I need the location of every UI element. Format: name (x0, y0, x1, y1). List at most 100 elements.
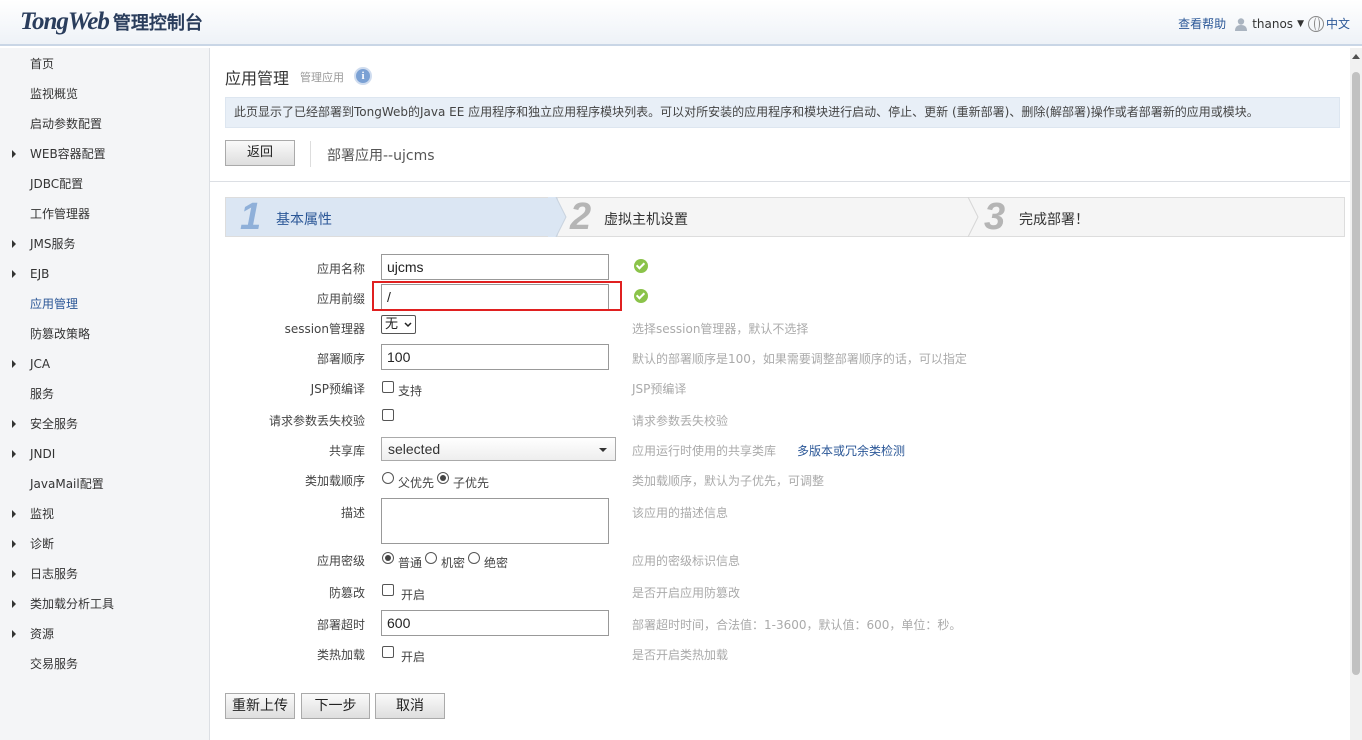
chevron-down-icon[interactable]: ▼ (1297, 19, 1304, 29)
tamper-checkbox[interactable] (382, 584, 394, 596)
expand-arrow-icon[interactable] (12, 270, 16, 278)
expand-arrow-icon[interactable] (12, 600, 16, 608)
divider (310, 141, 311, 167)
parent-first-option: 父优先 (398, 476, 435, 490)
info-icon[interactable]: i (354, 67, 372, 85)
help-link[interactable]: 查看帮助 (1178, 15, 1226, 32)
child-first-radio[interactable] (437, 472, 449, 484)
class-load-order-hint: 类加载顺序，默认为子优先，可调整 (632, 474, 825, 488)
next-button[interactable]: 下一步 (301, 693, 370, 719)
security-level-hint: 应用的密级标识信息 (632, 554, 741, 568)
step-arrow (548, 197, 567, 237)
param-check-checkbox[interactable] (382, 409, 394, 421)
sidebar-item[interactable]: JDBC配置 (0, 169, 209, 199)
shared-lib-hint: 应用运行时使用的共享类库 (632, 444, 777, 458)
top-secret-radio[interactable] (468, 552, 480, 564)
sidebar-item[interactable]: WEB容器配置 (0, 139, 209, 169)
deploy-order-input[interactable] (381, 344, 609, 370)
security-level-label: 应用密级 (316, 554, 365, 568)
expand-arrow-icon[interactable] (12, 570, 16, 578)
sidebar-item[interactable]: 监视概览 (0, 79, 209, 109)
expand-arrow-icon[interactable] (12, 630, 16, 638)
secret-radio[interactable] (425, 552, 437, 564)
sidebar-item[interactable]: EJB (0, 259, 209, 289)
step-1-label: 基本属性 (276, 212, 332, 228)
sidebar-item-label: EJB (30, 267, 50, 281)
back-button[interactable]: 返回 (225, 140, 295, 166)
sidebar-item[interactable]: 资源 (0, 619, 209, 649)
expand-arrow-icon[interactable] (12, 150, 16, 158)
description-label: 描述 (340, 506, 365, 520)
secret-option: 机密 (441, 556, 466, 570)
step-3-label: 完成部署！ (1019, 212, 1089, 228)
sidebar-item[interactable]: 日志服务 (0, 559, 209, 589)
shared-lib-value: selected (388, 441, 441, 457)
sidebar-item-label: 首页 (30, 57, 55, 71)
jsp-precompile-checkbox[interactable] (382, 381, 394, 393)
sidebar-item[interactable]: 类加载分析工具 (0, 589, 209, 619)
normal-radio[interactable] (382, 552, 394, 564)
param-check-hint: 请求参数丢失校验 (632, 414, 729, 428)
parent-first-radio[interactable] (382, 472, 394, 484)
expand-arrow-icon[interactable] (12, 420, 16, 428)
step-2-label: 虚拟主机设置 (604, 212, 688, 228)
expand-arrow-icon[interactable] (12, 510, 16, 518)
globe-icon (1307, 15, 1324, 32)
class-load-order-label: 类加载顺序 (304, 474, 365, 488)
expand-arrow-icon[interactable] (12, 540, 16, 548)
sidebar-item[interactable]: 诊断 (0, 529, 209, 559)
step-divider (967, 197, 979, 237)
scroll-thumb[interactable] (1352, 72, 1360, 675)
sidebar-item[interactable]: 首页 (0, 49, 209, 79)
description-hint: 该应用的描述信息 (632, 506, 729, 520)
sidebar-item[interactable]: JMS服务 (0, 229, 209, 259)
deploy-timeout-input[interactable] (381, 610, 609, 636)
language-link[interactable]: 中文 (1326, 15, 1350, 32)
tongweb-logo: TongWeb 管理控制台 (20, 8, 203, 38)
sidebar-item-label: 交易服务 (30, 657, 79, 671)
sidebar-item[interactable]: JCA (0, 349, 209, 379)
sidebar-item-label: 工作管理器 (30, 207, 91, 221)
sidebar-item[interactable]: 服务 (0, 379, 209, 409)
expand-arrow-icon[interactable] (12, 240, 16, 248)
sidebar-item[interactable]: 应用管理 (0, 289, 209, 319)
sidebar-item[interactable]: 防篡改策略 (0, 319, 209, 349)
shared-lib-select[interactable]: selected (381, 437, 616, 461)
sidebar-item[interactable]: 工作管理器 (0, 199, 209, 229)
description-textarea[interactable] (381, 498, 609, 544)
reupload-button[interactable]: 重新上传 (225, 693, 295, 719)
sidebar-item-label: 资源 (30, 627, 55, 641)
sidebar-item-label: 防篡改策略 (30, 327, 91, 341)
jsp-precompile-option: 支持 (398, 384, 423, 398)
sidebar-item[interactable]: 交易服务 (0, 649, 209, 679)
sidebar-item[interactable]: JNDI (0, 439, 209, 469)
sidebar-item-label: JCA (30, 357, 51, 371)
user-menu[interactable]: thanos (1252, 17, 1293, 31)
hot-load-checkbox[interactable] (382, 646, 394, 658)
scrollbar[interactable] (1350, 48, 1362, 740)
cancel-button[interactable]: 取消 (375, 693, 445, 719)
sidebar-item[interactable]: 监视 (0, 499, 209, 529)
scroll-up-icon[interactable] (1352, 54, 1360, 59)
sidebar-item-label: 应用管理 (30, 297, 79, 311)
wizard-steps: 1 基本属性 2 虚拟主机设置 3 完成部署！ (225, 196, 1345, 238)
expand-arrow-icon[interactable] (12, 360, 16, 368)
sidebar-item[interactable]: 安全服务 (0, 409, 209, 439)
normal-option: 普通 (398, 556, 423, 570)
expand-arrow-icon[interactable] (12, 450, 16, 458)
deploy-timeout-hint: 部署超时时间，合法值：1-3600，默认值：600，单位：秒。 (632, 618, 962, 632)
chevron-down-icon (404, 322, 412, 328)
sidebar-item[interactable]: 启动参数配置 (0, 109, 209, 139)
session-manager-select[interactable]: 无 (381, 315, 416, 334)
sidebar-item-label: JDBC配置 (30, 177, 84, 191)
app-name-label: 应用名称 (316, 262, 365, 276)
sidebar-item-label: 启动参数配置 (30, 117, 103, 131)
multi-version-check-link[interactable]: 多版本或冗余类检测 (797, 442, 905, 459)
app-name-input[interactable] (381, 254, 609, 280)
sidebar-item[interactable]: JavaMail配置 (0, 469, 209, 499)
check-icon (634, 259, 648, 273)
sidebar-item-label: 服务 (30, 387, 55, 401)
app-prefix-label: 应用前缀 (316, 292, 365, 306)
step-3-number: 3 (984, 196, 1006, 238)
highlight-box (372, 281, 622, 311)
